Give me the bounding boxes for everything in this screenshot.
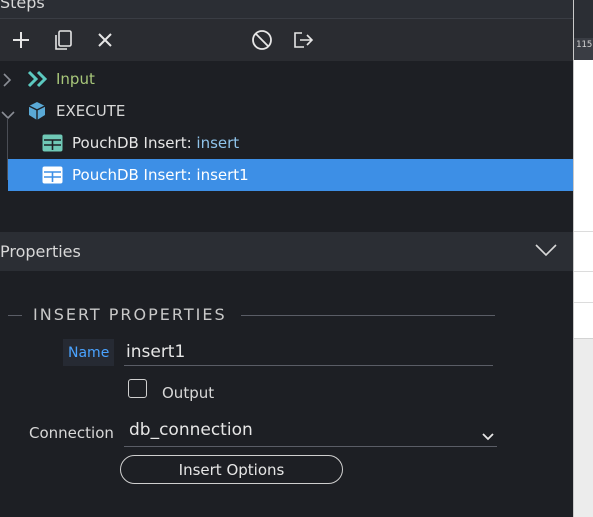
properties-panel: INSERT PROPERTIES Name Output Connection… xyxy=(0,271,573,517)
tree-item-insert[interactable]: PouchDB Insert: insert xyxy=(0,127,573,159)
tree-item-label: Input xyxy=(56,70,95,88)
tree-item-execute[interactable]: EXECUTE xyxy=(0,95,573,127)
disable-icon[interactable] xyxy=(250,28,274,52)
ruler-label: 115 xyxy=(576,40,593,50)
divider xyxy=(574,231,593,232)
close-icon[interactable] xyxy=(93,28,117,52)
divider xyxy=(241,315,495,316)
right-panel-header xyxy=(574,0,593,38)
section-title: INSERT PROPERTIES xyxy=(33,305,227,324)
chevron-down-icon[interactable] xyxy=(1,105,15,124)
chevron-down-icon[interactable] xyxy=(482,426,494,445)
connection-value: db_connection xyxy=(129,420,253,440)
copy-icon[interactable] xyxy=(51,28,75,52)
steps-title: Steps xyxy=(0,0,45,12)
step-type-label: PouchDB Insert: xyxy=(72,166,197,184)
chevron-down-icon[interactable] xyxy=(535,242,557,261)
tree-item-label: EXECUTE xyxy=(56,102,126,120)
ruler: 115 xyxy=(574,38,593,60)
steps-tree: Input EXECUTE PouchDB Insert: insert Pou… xyxy=(0,61,573,191)
properties-title: Properties xyxy=(0,242,81,261)
step-name-label: insert xyxy=(196,134,240,152)
chevron-right-icon[interactable] xyxy=(2,72,12,91)
divider xyxy=(8,315,22,316)
plus-icon[interactable] xyxy=(9,28,33,52)
double-chevron-icon xyxy=(27,70,49,92)
output-label: Output xyxy=(162,384,215,402)
step-name-label: insert1 xyxy=(196,166,249,184)
table-icon xyxy=(42,166,63,188)
connection-label: Connection xyxy=(29,424,114,442)
right-panel-content xyxy=(574,338,593,517)
tree-guide-line xyxy=(7,118,8,180)
export-icon[interactable] xyxy=(292,28,316,52)
step-type-label: PouchDB Insert: xyxy=(72,134,197,152)
divider xyxy=(574,271,593,272)
insert-options-button[interactable]: Insert Options xyxy=(120,455,343,484)
name-input[interactable] xyxy=(124,338,493,366)
section-header: INSERT PROPERTIES xyxy=(8,305,495,325)
properties-header[interactable]: Properties xyxy=(0,232,573,271)
right-panel: 115 xyxy=(573,0,593,517)
steps-toolbar xyxy=(0,19,573,61)
tree-item-input[interactable]: Input xyxy=(0,63,573,95)
connection-select[interactable]: db_connection xyxy=(124,417,497,447)
divider xyxy=(574,302,593,303)
name-label: Name xyxy=(63,339,115,366)
cube-icon xyxy=(27,101,47,125)
steps-header: Steps xyxy=(0,0,573,19)
output-checkbox[interactable] xyxy=(128,379,147,398)
tree-item-insert1[interactable]: PouchDB Insert: insert1 xyxy=(8,159,573,191)
table-icon xyxy=(42,134,63,156)
